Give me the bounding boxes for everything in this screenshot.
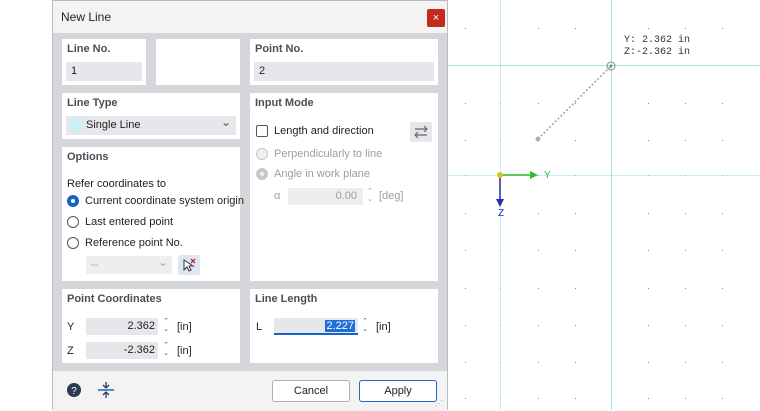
pick-cursor-icon (183, 258, 196, 272)
coord-z-spinner[interactable]: ⌃ ⌄ (161, 342, 171, 359)
point-coordinates-panel: Point Coordinates Y 2.362 ⌃ ⌄ [in] Z -2.3… (62, 289, 240, 363)
options-panel: Options Refer coordinates to Current coo… (62, 147, 244, 281)
line-length-label: Line Length (255, 293, 318, 305)
point-no-field[interactable]: 2 (254, 62, 434, 81)
radio-last-point-label: Last entered point (85, 216, 174, 228)
radio-reference-point-dot (67, 237, 79, 249)
swap-icon (414, 125, 428, 139)
reference-point-select[interactable]: -- ⌄ (86, 255, 172, 274)
radio-origin-dot (67, 195, 79, 207)
new-line-dialog: New Line × Line No. 1 Point No. 2 Line T… (52, 0, 448, 411)
length-value: 2.227 (325, 320, 355, 332)
close-icon: × (432, 12, 440, 24)
help-icon: ? (67, 383, 81, 397)
svg-text:?: ? (71, 386, 77, 397)
alpha-unit: [deg] (379, 190, 404, 202)
axis-label-z: Z (498, 208, 505, 219)
coord-z-unit: [in] (177, 345, 192, 357)
refer-coordinates-text: Refer coordinates to (67, 178, 167, 190)
line-length-panel: Line Length L 2.227 ⌃ ⌄ [in] (250, 289, 438, 363)
point-no-label: Point No. (255, 43, 304, 55)
coord-y-field[interactable]: 2.362 (86, 318, 158, 335)
close-button[interactable]: × (427, 9, 445, 27)
line-no-field[interactable]: 1 (66, 62, 142, 81)
alpha-field[interactable]: 0.00 (288, 188, 363, 205)
alpha-label: α (274, 190, 281, 202)
pick-point-button[interactable] (178, 255, 200, 275)
length-unit: [in] (376, 321, 391, 333)
blank-panel (156, 39, 240, 85)
line-type-swatch (70, 119, 82, 131)
line-type-select[interactable]: Single Line ⌄ (66, 115, 236, 135)
graphics-viewport[interactable]: Y: 2.362 in Z:-2.362 in Y Z (448, 0, 760, 410)
chevron-down-icon: ⌄ (158, 255, 169, 269)
help-button[interactable]: ? (63, 380, 85, 400)
coord-y-unit: [in] (177, 321, 192, 333)
radio-perpendicular-label: Perpendicularly to line (274, 148, 383, 160)
alpha-spinner[interactable]: ⌃ ⌄ (365, 188, 375, 205)
length-direction-box (256, 125, 268, 137)
point-no-panel: Point No. 2 (250, 39, 438, 85)
radio-perpendicular-dot (256, 148, 268, 160)
coord-y-spinner[interactable]: ⌃ ⌄ (161, 318, 171, 335)
apply-button[interactable]: Apply (359, 380, 437, 402)
line-type-panel: Line Type Single Line ⌄ (62, 93, 240, 139)
dialog-title: New Line (61, 10, 112, 24)
chevron-down-icon: ⌄ (221, 115, 232, 129)
length-l-label: L (256, 321, 263, 333)
dialog-titlebar[interactable]: New Line × (53, 1, 447, 33)
coordinate-axes (496, 171, 538, 207)
input-mode-panel: Input Mode Length and direction Perpendi… (250, 93, 438, 281)
pick-line-icon (98, 382, 114, 398)
length-field[interactable]: 2.227 (274, 318, 358, 335)
cancel-button[interactable]: Cancel (272, 380, 350, 402)
line-type-value: Single Line (86, 119, 141, 131)
line-no-label: Line No. (67, 43, 111, 55)
axis-label-y: Y (544, 170, 551, 181)
direction-toggle-button[interactable] (410, 122, 432, 142)
input-mode-label: Input Mode (255, 97, 314, 109)
pick-line-button[interactable] (95, 380, 117, 400)
coord-z-field[interactable]: -2.362 (86, 342, 158, 359)
length-spinner[interactable]: ⌃ ⌄ (360, 318, 370, 335)
radio-last-point-dot (67, 216, 79, 228)
coord-y-label: Y (67, 321, 75, 333)
line-no-panel: Line No. 1 (62, 39, 146, 85)
radio-angle-dot (256, 168, 268, 180)
coord-z-label: Z (67, 345, 74, 357)
resize-grip-icon[interactable]: ⋰ (435, 399, 445, 409)
radio-origin-label: Current coordinate system origin (85, 195, 244, 207)
point-coordinates-label: Point Coordinates (67, 293, 162, 305)
radio-angle-label: Angle in work plane (274, 168, 371, 180)
reference-point-value: -- (91, 259, 99, 271)
options-label: Options (67, 151, 109, 163)
radio-reference-point-label: Reference point No. (85, 237, 183, 249)
line-type-label: Line Type (67, 97, 118, 109)
length-direction-label: Length and direction (274, 125, 374, 137)
